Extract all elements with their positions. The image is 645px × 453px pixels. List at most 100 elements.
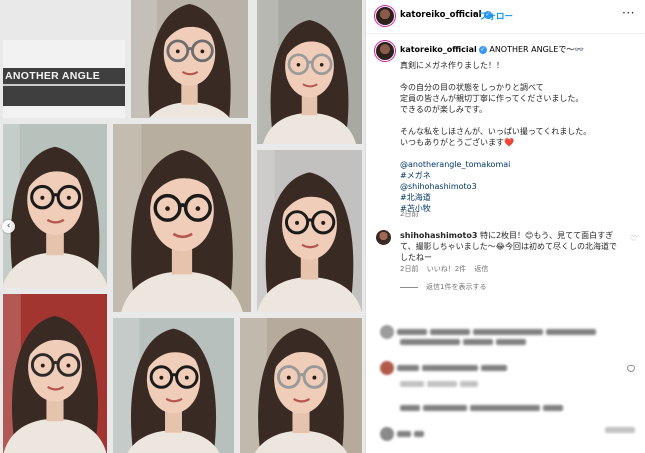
blurred-text — [414, 431, 424, 437]
caption-line — [400, 115, 636, 126]
selfie-portrait — [131, 0, 248, 118]
comment-reply-button[interactable]: 返信 — [474, 265, 488, 273]
right-eye — [319, 63, 324, 67]
right-eye — [66, 363, 71, 368]
view-replies-label[interactable]: 返信1件を表示する — [426, 283, 486, 291]
previous-arrow-icon[interactable]: ‹ — [2, 220, 15, 233]
selfie-portrait — [3, 294, 107, 453]
comment-username[interactable]: shihohashimoto3 — [400, 231, 477, 240]
store-sign-photo: ANOTHER ANGLE — [3, 40, 125, 118]
post-panel: katoreiko_official ✓ • フォロー ··· katoreiko… — [365, 0, 645, 453]
hashtag-link[interactable]: #メガネ — [400, 170, 636, 181]
blurred-text — [422, 365, 478, 371]
comment-meta: 2日前 いいね！2件 返信 — [400, 264, 494, 274]
caption-verified-badge-icon: ✓ — [478, 45, 487, 54]
blurred-text — [400, 339, 460, 345]
store-sign-text: ANOTHER ANGLE — [5, 70, 101, 82]
right-eye — [312, 375, 317, 380]
mention-link[interactable]: @shihohashimoto3 — [400, 181, 636, 192]
blurred-text — [423, 405, 467, 411]
left-eye — [175, 49, 180, 54]
caption-line: いつもありがとうございます❤️ — [400, 138, 514, 147]
header-avatar[interactable] — [376, 7, 394, 25]
blurred-avatar — [380, 325, 394, 339]
follow-button[interactable]: フォロー — [479, 10, 513, 22]
comment-avatar[interactable] — [376, 230, 391, 245]
selfie-portrait — [113, 124, 251, 312]
selfie-portrait — [3, 124, 107, 288]
header-username[interactable]: katoreiko_official ✓ — [400, 10, 492, 20]
caption-headline-text: ANOTHER ANGLEで〜👓 — [486, 45, 585, 54]
left-eye — [295, 220, 300, 225]
blurred-avatar — [380, 427, 394, 441]
comment-likes-count[interactable]: いいね！2件 — [427, 265, 466, 273]
blurred-text — [543, 405, 563, 411]
caption-line: できるのが楽しみです。 — [400, 105, 488, 114]
selfie-photo-5[interactable] — [257, 150, 362, 312]
left-eye — [40, 195, 45, 200]
blurred-comment — [400, 405, 563, 411]
glasses-bridge — [186, 47, 194, 51]
comment-body: shihohashimoto3 特に2枚目！😊もう、見てて面白すぎて、撮影しちゃ… — [400, 230, 622, 263]
view-replies-button[interactable]: 返信1件を表示する — [400, 282, 486, 292]
caption-line: 今の自分の目の状態をしっかりと調べて — [400, 83, 544, 92]
comment-timestamp[interactable]: 2日前 — [400, 265, 418, 273]
selfie-photo-6[interactable] — [3, 294, 107, 453]
glasses-bridge — [306, 218, 314, 223]
header-username-text[interactable]: katoreiko_official — [400, 10, 482, 20]
instagram-post-frame: ANOTHER ANGLE ‹ katoreiko_official ✓ • フォ… — [0, 0, 645, 453]
hashtag-link[interactable]: #北海道 — [400, 192, 636, 203]
view-replies-line — [400, 286, 418, 288]
glasses-bridge — [170, 373, 178, 377]
blurred-text — [400, 381, 424, 387]
glasses-bridge — [298, 373, 306, 377]
blurred-text — [470, 405, 540, 411]
blurred-text — [546, 329, 596, 335]
selfie-photo-7[interactable] — [113, 318, 234, 453]
right-eye — [195, 206, 201, 211]
caption-avatar[interactable] — [376, 42, 394, 60]
blurred-comments-area — [366, 315, 645, 453]
more-options-icon[interactable]: ··· — [622, 6, 635, 20]
blurred-text — [397, 431, 411, 437]
blurred-comment — [380, 361, 507, 375]
caption-timestamp[interactable]: 2日前 — [400, 209, 418, 219]
selfie-portrait — [257, 150, 362, 312]
selfie-photo-8[interactable] — [240, 318, 362, 453]
caption-body: 真剣にメガネ作りました！！ 今の自分の目の状態をしっかりと調べて 定員の皆さんが… — [400, 60, 636, 214]
caption-line — [400, 148, 636, 159]
blurred-text — [430, 329, 470, 335]
blurred-text — [481, 365, 507, 371]
selfie-photo-4[interactable] — [113, 124, 251, 312]
hashtag-link[interactable]: #苫小牧 — [400, 203, 636, 214]
left-eye — [296, 63, 301, 67]
blurred-like-heart-icon[interactable] — [627, 365, 635, 372]
selfie-photo-2[interactable] — [257, 0, 362, 144]
store-sign-underline — [3, 84, 125, 86]
blurred-text — [397, 329, 427, 335]
caption-headline: katoreiko_official ✓ ANOTHER ANGLEで〜👓 — [400, 44, 584, 55]
blurred-comment-meta — [605, 427, 635, 433]
caption-line: そんな私をしほさんが、いっぱい撮ってくれました。 — [400, 127, 592, 136]
blurred-text — [427, 381, 457, 387]
selfie-photo-1[interactable] — [131, 0, 248, 118]
glasses-bridge — [178, 203, 187, 208]
blurred-text — [496, 339, 526, 345]
photo-collage: ANOTHER ANGLE ‹ — [0, 0, 365, 453]
blurred-text — [400, 405, 420, 411]
blurred-text — [463, 339, 493, 345]
comment-like-heart-icon[interactable]: ♡ — [630, 234, 637, 243]
blurred-avatar — [380, 361, 394, 375]
header-separator-dot: • — [472, 10, 478, 20]
mention-link[interactable]: @anotherangle_tomakomai — [400, 159, 636, 170]
right-eye — [200, 49, 205, 54]
blurred-text — [605, 427, 635, 433]
glasses-bridge — [306, 60, 314, 65]
blurred-text — [473, 329, 543, 335]
left-eye — [159, 375, 164, 380]
blurred-comment — [380, 427, 424, 441]
blurred-comment — [400, 339, 526, 345]
caption-username[interactable]: katoreiko_official — [400, 45, 477, 54]
selfie-photo-3[interactable] — [3, 124, 107, 288]
blurred-text — [397, 365, 419, 371]
